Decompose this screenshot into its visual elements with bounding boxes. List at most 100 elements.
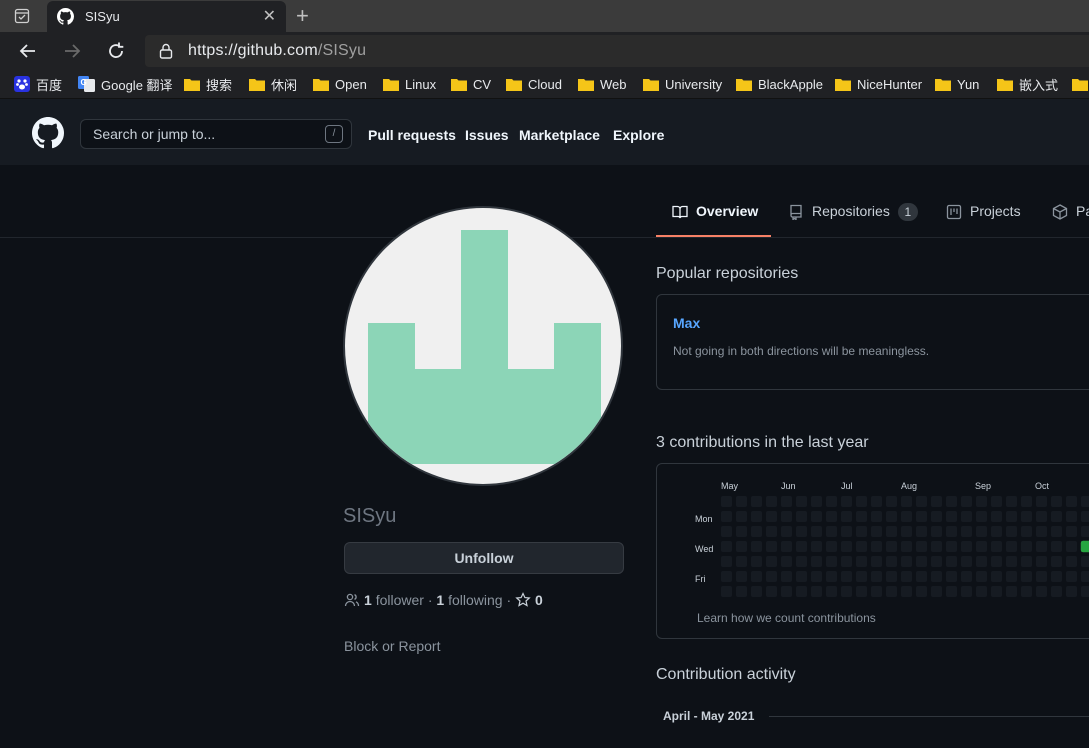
contribution-day[interactable] [871,571,882,582]
nav-explore[interactable]: Explore [613,127,664,143]
contribution-day[interactable] [1066,556,1077,567]
contribution-day[interactable] [811,496,822,507]
search-input[interactable]: Search or jump to... / [80,119,352,149]
contribution-day[interactable] [916,586,927,597]
contribution-day[interactable] [916,556,927,567]
contribution-day[interactable] [1081,556,1089,567]
contribution-day[interactable] [751,556,762,567]
contribution-day[interactable] [886,526,897,537]
contribution-day[interactable] [841,571,852,582]
contribution-day[interactable] [946,511,957,522]
contribution-day[interactable] [1051,541,1062,552]
contribution-day[interactable] [856,571,867,582]
contribution-day[interactable] [766,541,777,552]
contribution-day[interactable] [961,586,972,597]
contribution-day[interactable] [751,571,762,582]
contribution-day[interactable] [841,556,852,567]
learn-contributions-link[interactable]: Learn how we count contributions [697,611,876,625]
lock-icon[interactable] [159,43,173,59]
contribution-day[interactable] [721,496,732,507]
contribution-day[interactable] [1066,541,1077,552]
bookmark-item[interactable]: Yun [935,74,979,94]
contribution-day[interactable] [931,526,942,537]
contribution-day[interactable] [1081,586,1089,597]
contribution-day[interactable] [811,541,822,552]
contribution-day[interactable] [946,526,957,537]
contribution-day[interactable] [1051,526,1062,537]
contribution-day[interactable] [991,496,1002,507]
contribution-day[interactable] [736,541,747,552]
contribution-day[interactable] [1006,511,1017,522]
forward-arrow-icon[interactable] [60,39,84,63]
contribution-day[interactable] [826,556,837,567]
contribution-day[interactable] [871,496,882,507]
contribution-day[interactable] [1036,511,1047,522]
contribution-day[interactable] [736,571,747,582]
contribution-day[interactable] [751,496,762,507]
contribution-day[interactable] [766,556,777,567]
contribution-day[interactable] [781,586,792,597]
contribution-day[interactable] [901,511,912,522]
contribution-day[interactable] [976,541,987,552]
contribution-day[interactable] [901,556,912,567]
contribution-day[interactable] [1081,511,1089,522]
contribution-day[interactable] [766,511,777,522]
contribution-day[interactable] [826,526,837,537]
contribution-day[interactable] [721,526,732,537]
contribution-day[interactable] [811,586,822,597]
contribution-day[interactable] [1081,496,1089,507]
contribution-day[interactable] [1051,556,1062,567]
contribution-day[interactable] [781,511,792,522]
contribution-day[interactable] [991,571,1002,582]
contribution-day[interactable] [751,541,762,552]
contribution-day[interactable] [961,496,972,507]
contribution-day[interactable] [1066,511,1077,522]
contribution-day[interactable] [796,541,807,552]
contribution-day[interactable] [961,526,972,537]
bookmark-item[interactable]: Cloud [506,74,562,94]
contribution-day[interactable] [1006,556,1017,567]
contribution-day[interactable] [1036,496,1047,507]
contribution-day[interactable] [1051,496,1062,507]
contribution-day[interactable] [886,586,897,597]
contribution-day[interactable] [961,556,972,567]
bookmark-item[interactable]: G Google 翻译 [78,74,173,94]
contribution-day[interactable] [781,496,792,507]
contribution-day[interactable] [976,571,987,582]
contribution-day[interactable] [1081,526,1089,537]
following-link[interactable]: 1 following [436,592,502,608]
contribution-day[interactable] [976,526,987,537]
contribution-day[interactable] [871,541,882,552]
bookmark-item[interactable]: 搜索 [184,74,232,94]
contribution-day[interactable] [796,586,807,597]
contribution-day[interactable] [1066,571,1077,582]
stars-link[interactable]: 0 [515,592,543,608]
contribution-day[interactable] [946,541,957,552]
contribution-day[interactable] [976,511,987,522]
block-or-report-link[interactable]: Block or Report [344,638,440,654]
contribution-day[interactable] [961,511,972,522]
contribution-day[interactable] [931,496,942,507]
contribution-day[interactable] [736,586,747,597]
contribution-day[interactable] [1006,526,1017,537]
nav-pull-requests[interactable]: Pull requests [368,127,456,143]
contribution-day[interactable] [1021,556,1032,567]
contribution-day[interactable] [871,526,882,537]
contribution-day[interactable] [886,571,897,582]
contribution-day[interactable] [916,526,927,537]
contribution-day[interactable] [931,571,942,582]
contribution-day[interactable] [991,586,1002,597]
contribution-day[interactable] [901,496,912,507]
contribution-day[interactable] [991,511,1002,522]
nav-issues[interactable]: Issues [465,127,509,143]
contribution-day[interactable] [856,556,867,567]
contribution-day[interactable] [856,511,867,522]
contribution-day[interactable] [886,541,897,552]
contribution-day[interactable] [886,511,897,522]
contribution-day[interactable] [766,571,777,582]
contribution-day[interactable] [1006,541,1017,552]
contribution-day[interactable] [721,511,732,522]
contribution-day[interactable] [871,556,882,567]
contribution-day[interactable] [841,496,852,507]
contribution-day[interactable] [1006,571,1017,582]
